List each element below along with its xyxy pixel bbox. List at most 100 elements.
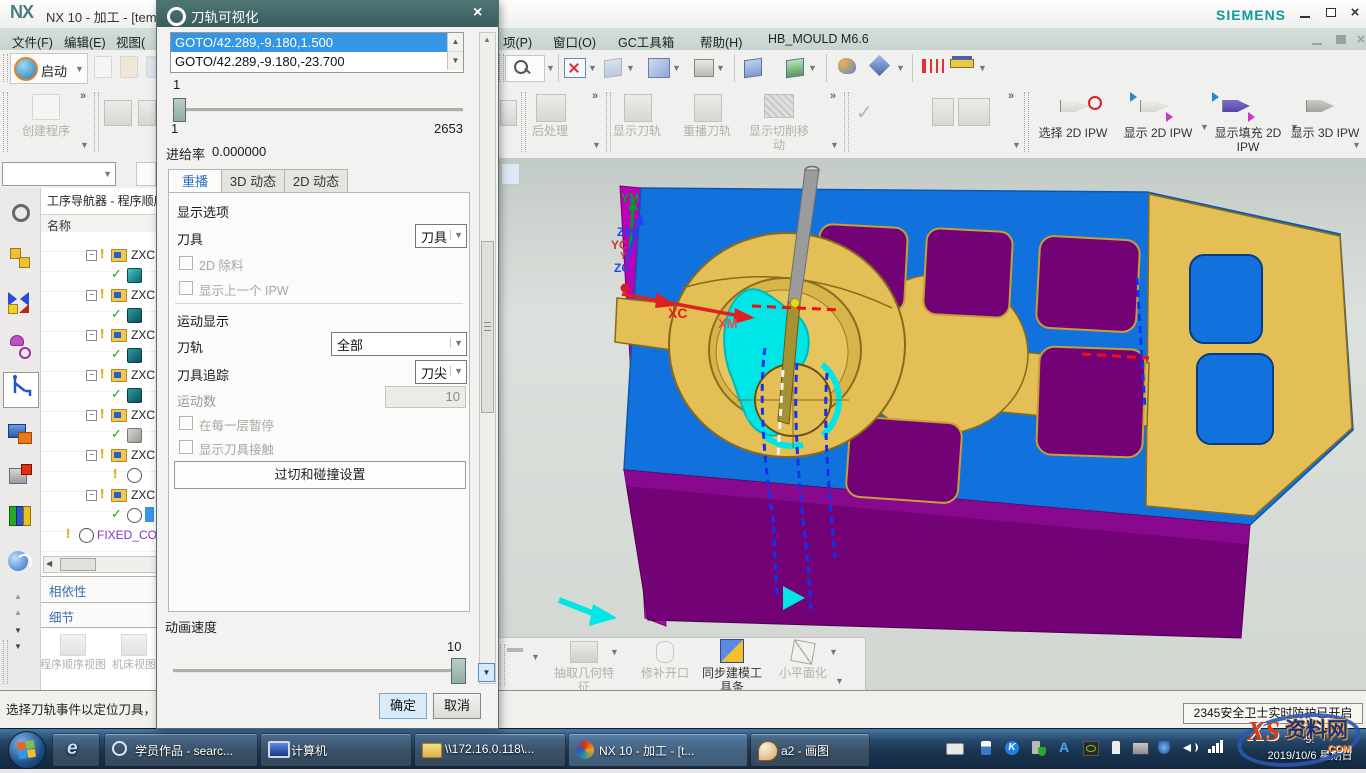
- taskbar-clock[interactable]: 9: 2019/10/6 星期日: [1258, 732, 1362, 766]
- section-details[interactable]: 细节: [41, 602, 157, 628]
- show-previous-ipw-checkbox[interactable]: [179, 281, 193, 295]
- tree-child-row[interactable]: ✓: [41, 265, 157, 285]
- menu-help[interactable]: 帮助(H): [700, 32, 742, 51]
- tree-group-row[interactable]: −!ZXC: [41, 325, 157, 345]
- machine-tool-view-icon[interactable]: [6, 462, 34, 490]
- facet-body-button[interactable]: ▼ 小平面化: [775, 641, 831, 680]
- partial-icon[interactable]: [138, 100, 156, 126]
- collapse-toggle[interactable]: −: [86, 250, 97, 261]
- minimize-button[interactable]: [1294, 4, 1316, 22]
- child-minimize-button[interactable]: [1306, 31, 1328, 49]
- replay-toolpath-icon[interactable]: [694, 94, 722, 122]
- goto-list[interactable]: GOTO/42.289,-9.180,1.500 GOTO/42.289,-9.…: [170, 32, 464, 73]
- measure-icon[interactable]: [950, 59, 974, 68]
- taskbar-search-window[interactable]: 学员作品 - searc...: [104, 733, 258, 767]
- search-box[interactable]: [505, 55, 545, 82]
- show-cut-moves-icon[interactable]: [764, 94, 794, 118]
- scroll-down-arrow[interactable]: ▼: [448, 52, 463, 70]
- cancel-button[interactable]: 取消: [433, 693, 481, 719]
- tree-child-row[interactable]: ✓: [41, 385, 157, 405]
- goto-list-scrollbar[interactable]: ▲ ▼: [447, 33, 463, 70]
- tab-2d-dynamic[interactable]: 2D 动态: [284, 169, 348, 194]
- tree-group-row[interactable]: −!ZXC: [41, 365, 157, 385]
- tray-usb-icon[interactable]: [978, 739, 994, 757]
- ok-button[interactable]: 确定: [379, 693, 427, 719]
- close-button[interactable]: ×: [1344, 4, 1366, 22]
- show-3d-ipw-icon[interactable]: [1306, 96, 1334, 116]
- postprocess-label[interactable]: 后处理: [520, 124, 580, 138]
- new-file-icon[interactable]: [94, 56, 112, 78]
- toolbar-grip[interactable]: [499, 54, 504, 82]
- create-program-label[interactable]: 创建程序: [12, 124, 80, 138]
- dialog-close-icon[interactable]: ×: [473, 4, 482, 22]
- resource-scroll-down2[interactable]: ▼: [14, 642, 22, 651]
- tree-horizontal-scrollbar[interactable]: ◀: [43, 556, 157, 573]
- speed-slider-track[interactable]: [173, 669, 463, 673]
- position-slider-track[interactable]: [173, 108, 463, 112]
- process-assistant-icon[interactable]: [958, 98, 990, 126]
- restore-button[interactable]: [1320, 4, 1342, 22]
- constraint-icon[interactable]: [922, 59, 944, 73]
- partial-icon[interactable]: [500, 100, 517, 126]
- extract-geometry-button[interactable]: ▼ 抽取几何特征: [552, 641, 616, 694]
- part-navigator-icon[interactable]: [6, 332, 34, 360]
- show-filled-2d-ipw-icon[interactable]: [1222, 96, 1250, 116]
- search-dropdown-arrow[interactable]: ▼: [546, 63, 555, 73]
- show-2d-ipw-icon[interactable]: [1140, 96, 1168, 116]
- select-2d-ipw-icon[interactable]: [1060, 96, 1088, 116]
- tree-fixed-contour-row[interactable]: !FIXED_CO: [41, 525, 157, 545]
- tray-k-icon[interactable]: K: [1004, 739, 1020, 757]
- machine-sim-icon[interactable]: [932, 98, 954, 126]
- toolbar-grip[interactable]: [3, 54, 8, 82]
- overflow-chevron[interactable]: »: [80, 90, 86, 102]
- tool-dropdown[interactable]: 刀具▼: [415, 224, 467, 248]
- tray-a-icon[interactable]: A: [1056, 739, 1072, 757]
- program-order-view-button[interactable]: 程序顺序视图: [40, 634, 106, 686]
- show-cut-moves-label[interactable]: 显示切削移动: [748, 124, 810, 152]
- show-tool-contact-checkbox[interactable]: [179, 440, 193, 454]
- pause-each-layer-checkbox[interactable]: [179, 416, 193, 430]
- verify-icon[interactable]: [104, 100, 132, 126]
- trace-dropdown[interactable]: 刀尖▼: [415, 360, 467, 384]
- show-toolpath-label[interactable]: 显示刀轨: [608, 124, 666, 138]
- scrollbar-down-button[interactable]: ▼: [478, 663, 495, 682]
- scroll-up-arrow[interactable]: ▲: [448, 33, 463, 52]
- menu-window[interactable]: 窗口(O): [553, 32, 596, 51]
- operation-navigator-icon[interactable]: [3, 372, 39, 408]
- partial-icon[interactable]: [507, 648, 523, 652]
- motion-count-field[interactable]: 10: [385, 386, 466, 408]
- resource-scroll-up[interactable]: ▲: [14, 592, 22, 601]
- name-column-header[interactable]: 名称: [41, 214, 157, 234]
- menu-file[interactable]: 文件(F): [12, 32, 53, 51]
- position-slider-thumb[interactable]: [173, 98, 186, 122]
- taskbar-nx-window[interactable]: NX 10 - 加工 - [t...: [568, 733, 748, 767]
- partial-toolbar-button[interactable]: [136, 162, 156, 186]
- select-2d-ipw-label[interactable]: 选择 2D IPW: [1030, 126, 1116, 140]
- section-dependencies[interactable]: 相依性: [41, 576, 157, 601]
- show-filled-2d-ipw-label[interactable]: 显示填充 2D IPW: [1206, 126, 1290, 154]
- show-toolpath-icon[interactable]: [624, 94, 652, 122]
- tree-group-row[interactable]: −!ZXC: [41, 285, 157, 305]
- isometric-view-icon[interactable]: [648, 58, 670, 78]
- tree-group-row[interactable]: −!ZXC: [41, 445, 157, 465]
- scroll-thumb[interactable]: [60, 558, 96, 571]
- taskbar-ie-button[interactable]: e: [52, 733, 100, 767]
- role-icon[interactable]: [838, 58, 856, 74]
- tray-plug-icon[interactable]: [1108, 739, 1124, 757]
- scrollbar-up-arrow[interactable]: ▲: [483, 35, 491, 44]
- roles-gear-icon[interactable]: [6, 198, 34, 226]
- machine-library-icon[interactable]: [6, 420, 34, 448]
- graphics-viewport[interactable]: YM ZM YC Y ZC XC XM: [497, 158, 1366, 690]
- snap-point-icon[interactable]: [869, 55, 890, 76]
- tray-usb-shield-icon[interactable]: [1030, 739, 1046, 757]
- menu-preferences[interactable]: 项(P): [503, 32, 532, 51]
- tree-child-row[interactable]: !: [41, 465, 157, 485]
- front-view-icon[interactable]: [694, 59, 714, 77]
- menu-hb-mould[interactable]: HB_MOULD M6.6: [768, 32, 869, 46]
- tray-display-icon[interactable]: [1132, 739, 1148, 757]
- dialog-header[interactable]: 刀轨可视化 ×: [157, 1, 498, 27]
- child-restore-button[interactable]: [1330, 31, 1352, 49]
- shaded-view-icon[interactable]: [604, 58, 622, 79]
- tree-child-row-selected[interactable]: ✓: [41, 505, 157, 525]
- tray-nvidia-icon[interactable]: [1082, 739, 1098, 757]
